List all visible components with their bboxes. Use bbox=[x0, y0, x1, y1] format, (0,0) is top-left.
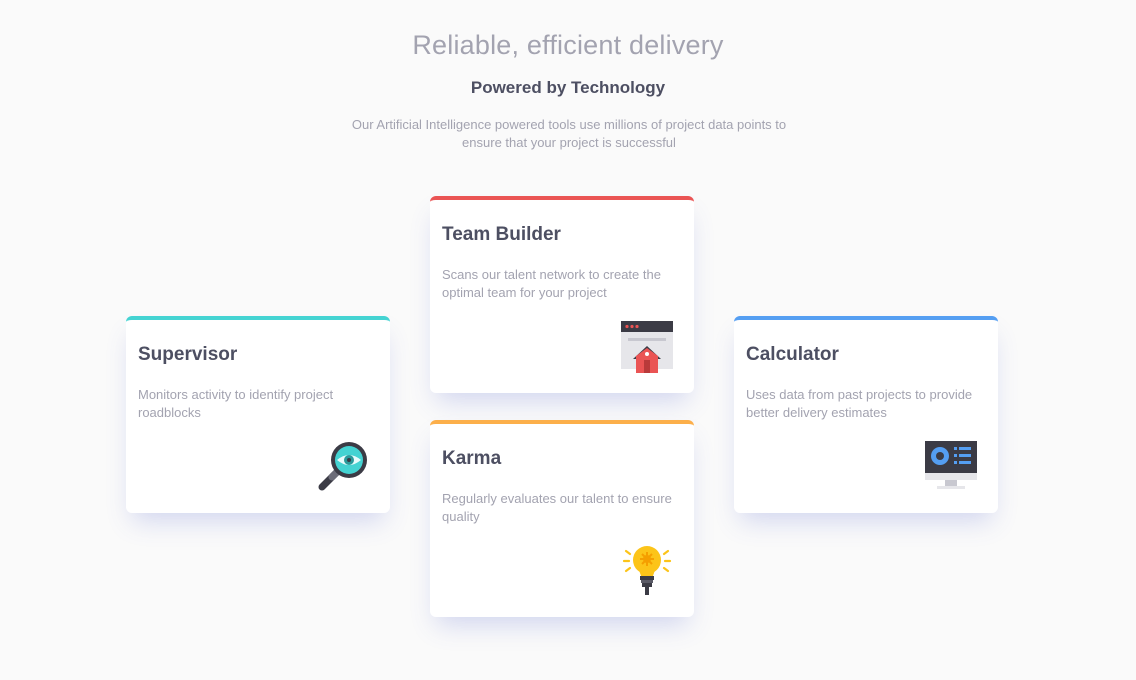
page-subheadline: Powered by Technology bbox=[470, 78, 666, 97]
card-description: Uses data from past projects to provide … bbox=[746, 387, 973, 420]
monitor-chart-icon bbox=[925, 441, 977, 489]
card-description: Monitors activity to identify project ro… bbox=[138, 387, 334, 420]
card-supervisor: Supervisor Monitors activity to identify… bbox=[126, 316, 390, 513]
card-team-builder: Team Builder Scans our talent network to… bbox=[430, 196, 694, 393]
magnifier-icon bbox=[318, 442, 367, 491]
card-karma: Karma Regularly evaluates our talent to … bbox=[430, 420, 694, 617]
card-title: Karma bbox=[442, 448, 502, 469]
card-description: Regularly evaluates our talent to ensure… bbox=[442, 491, 672, 524]
browser-house-icon bbox=[621, 321, 673, 373]
card-calculator: Calculator Uses data from past projects … bbox=[734, 316, 998, 513]
card-title: Calculator bbox=[746, 344, 839, 365]
card-title: Team Builder bbox=[442, 224, 561, 245]
card-title: Supervisor bbox=[138, 344, 238, 365]
lightbulb-icon bbox=[622, 546, 672, 595]
card-description: Scans our talent network to create the o… bbox=[442, 267, 661, 300]
intro-text: Our Artificial Intelligence powered tool… bbox=[351, 117, 787, 150]
page-headline: Reliable, efficient delivery bbox=[412, 30, 724, 60]
